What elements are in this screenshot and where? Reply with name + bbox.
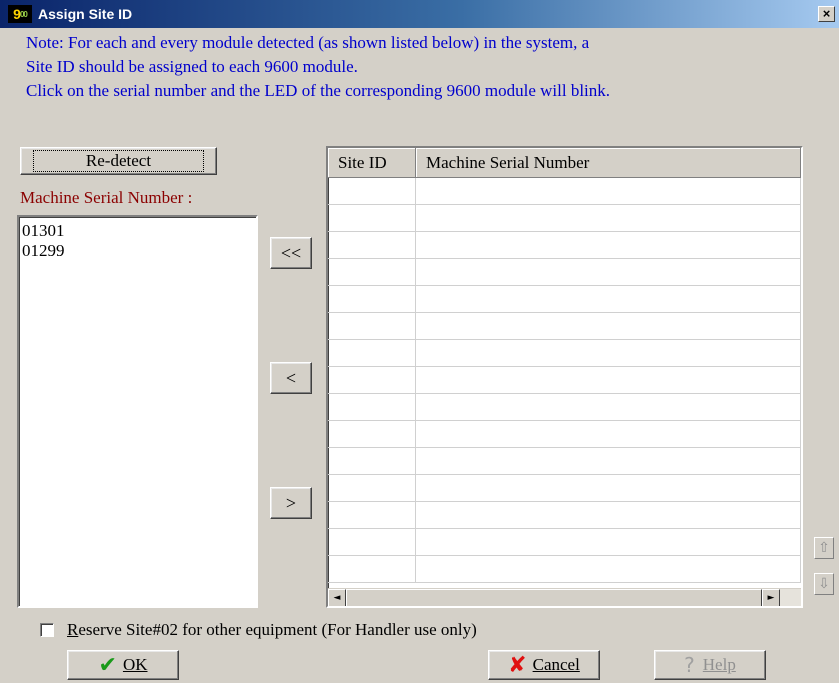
horizontal-scrollbar[interactable]: ◄ ► — [328, 588, 801, 606]
app-logo-icon: 9 00 — [8, 5, 32, 23]
serial-number-cell[interactable] — [416, 340, 801, 367]
title-bar: 9 00 Assign Site ID × — [0, 0, 839, 28]
serial-number-cell[interactable] — [416, 475, 801, 502]
table-row[interactable] — [328, 529, 801, 556]
serial-number-cell[interactable] — [416, 313, 801, 340]
grid-body[interactable] — [328, 178, 801, 583]
serial-list-label: Machine Serial Number : — [20, 188, 193, 207]
serial-number-cell[interactable] — [416, 367, 801, 394]
table-row[interactable] — [328, 286, 801, 313]
close-button[interactable]: × — [818, 6, 835, 22]
note-line-3: Click on the serial number and the LED o… — [26, 81, 611, 100]
scrollbar-thumb[interactable] — [346, 589, 762, 606]
table-row[interactable] — [328, 502, 801, 529]
note-line-1: Note: For each and every module detected… — [26, 33, 590, 52]
table-row[interactable] — [328, 448, 801, 475]
column-header-serial-number[interactable]: Machine Serial Number — [416, 148, 801, 178]
serial-number-cell[interactable] — [416, 556, 801, 583]
ok-button[interactable]: ✔ OK — [67, 650, 179, 680]
serial-list-item[interactable]: 01299 — [22, 241, 256, 261]
cancel-button[interactable]: ✘ Cancel — [488, 650, 600, 680]
site-id-cell[interactable] — [328, 448, 416, 475]
site-id-cell[interactable] — [328, 205, 416, 232]
table-row[interactable] — [328, 232, 801, 259]
serial-number-cell[interactable] — [416, 529, 801, 556]
reserve-label: eserve Site#02 for other equipment (For … — [78, 620, 477, 639]
move-one-right-button[interactable]: > — [270, 487, 312, 519]
site-id-cell[interactable] — [328, 529, 416, 556]
site-id-cell[interactable] — [328, 232, 416, 259]
table-row[interactable] — [328, 205, 801, 232]
serial-list-item[interactable]: 01301 — [22, 221, 256, 241]
serial-number-cell[interactable] — [416, 259, 801, 286]
cancel-button-label: Cancel — [532, 655, 580, 674]
table-row[interactable] — [328, 178, 801, 205]
serial-number-cell[interactable] — [416, 178, 801, 205]
ok-button-label: OK — [122, 655, 148, 674]
checkmark-icon: ✔ — [98, 652, 117, 678]
table-row[interactable] — [328, 421, 801, 448]
site-id-cell[interactable] — [328, 178, 416, 205]
help-button-label: Help — [702, 655, 736, 674]
serial-number-cell[interactable] — [416, 286, 801, 313]
window-title: Assign Site ID — [38, 6, 133, 22]
serial-number-cell[interactable] — [416, 394, 801, 421]
column-header-site-id[interactable]: Site ID — [328, 148, 416, 178]
note-line-2: Site ID should be assigned to each 9600 … — [26, 57, 358, 76]
app-logo-digit: 9 — [13, 6, 21, 22]
table-row[interactable] — [328, 313, 801, 340]
cancel-x-icon: ✘ — [508, 652, 527, 678]
site-id-cell[interactable] — [328, 421, 416, 448]
serial-number-cell[interactable] — [416, 232, 801, 259]
site-id-cell[interactable] — [328, 367, 416, 394]
redetect-button-label: Re-detect — [32, 150, 205, 172]
serial-number-cell[interactable] — [416, 502, 801, 529]
table-row[interactable] — [328, 475, 801, 502]
table-row[interactable] — [328, 556, 801, 583]
help-button[interactable]: ? Help — [654, 650, 766, 680]
instruction-note: Note: For each and every module detected… — [26, 31, 826, 103]
serial-number-cell[interactable] — [416, 421, 801, 448]
app-logo-sub: 00 — [19, 9, 28, 19]
reserve-label-accesskey: R — [67, 620, 79, 639]
question-mark-icon: ? — [684, 653, 695, 677]
move-up-icon[interactable]: ⇧ — [814, 537, 834, 559]
serial-number-cell[interactable] — [416, 448, 801, 475]
table-row[interactable] — [328, 259, 801, 286]
site-id-cell[interactable] — [328, 340, 416, 367]
site-id-cell[interactable] — [328, 502, 416, 529]
serial-number-list[interactable]: 01301 01299 — [17, 215, 258, 608]
site-id-cell[interactable] — [328, 475, 416, 502]
move-all-left-button[interactable]: << — [270, 237, 312, 269]
serial-number-cell[interactable] — [416, 205, 801, 232]
table-row[interactable] — [328, 340, 801, 367]
site-id-cell[interactable] — [328, 286, 416, 313]
reserve-site-checkbox[interactable] — [40, 623, 54, 637]
move-one-left-button[interactable]: < — [270, 362, 312, 394]
site-id-cell[interactable] — [328, 394, 416, 421]
reserve-site-option[interactable]: Reserve Site#02 for other equipment (For… — [40, 620, 477, 640]
site-id-cell[interactable] — [328, 259, 416, 286]
site-id-cell[interactable] — [328, 556, 416, 583]
move-down-icon[interactable]: ⇩ — [814, 573, 834, 595]
redetect-button[interactable]: Re-detect — [20, 147, 217, 175]
site-id-grid[interactable]: Site ID Machine Serial Number ◄ ► — [326, 146, 803, 608]
scroll-left-icon[interactable]: ◄ — [328, 589, 346, 606]
table-row[interactable] — [328, 367, 801, 394]
grid-header: Site ID Machine Serial Number — [328, 148, 801, 178]
site-id-cell[interactable] — [328, 313, 416, 340]
table-row[interactable] — [328, 394, 801, 421]
scroll-right-icon[interactable]: ► — [762, 589, 780, 606]
